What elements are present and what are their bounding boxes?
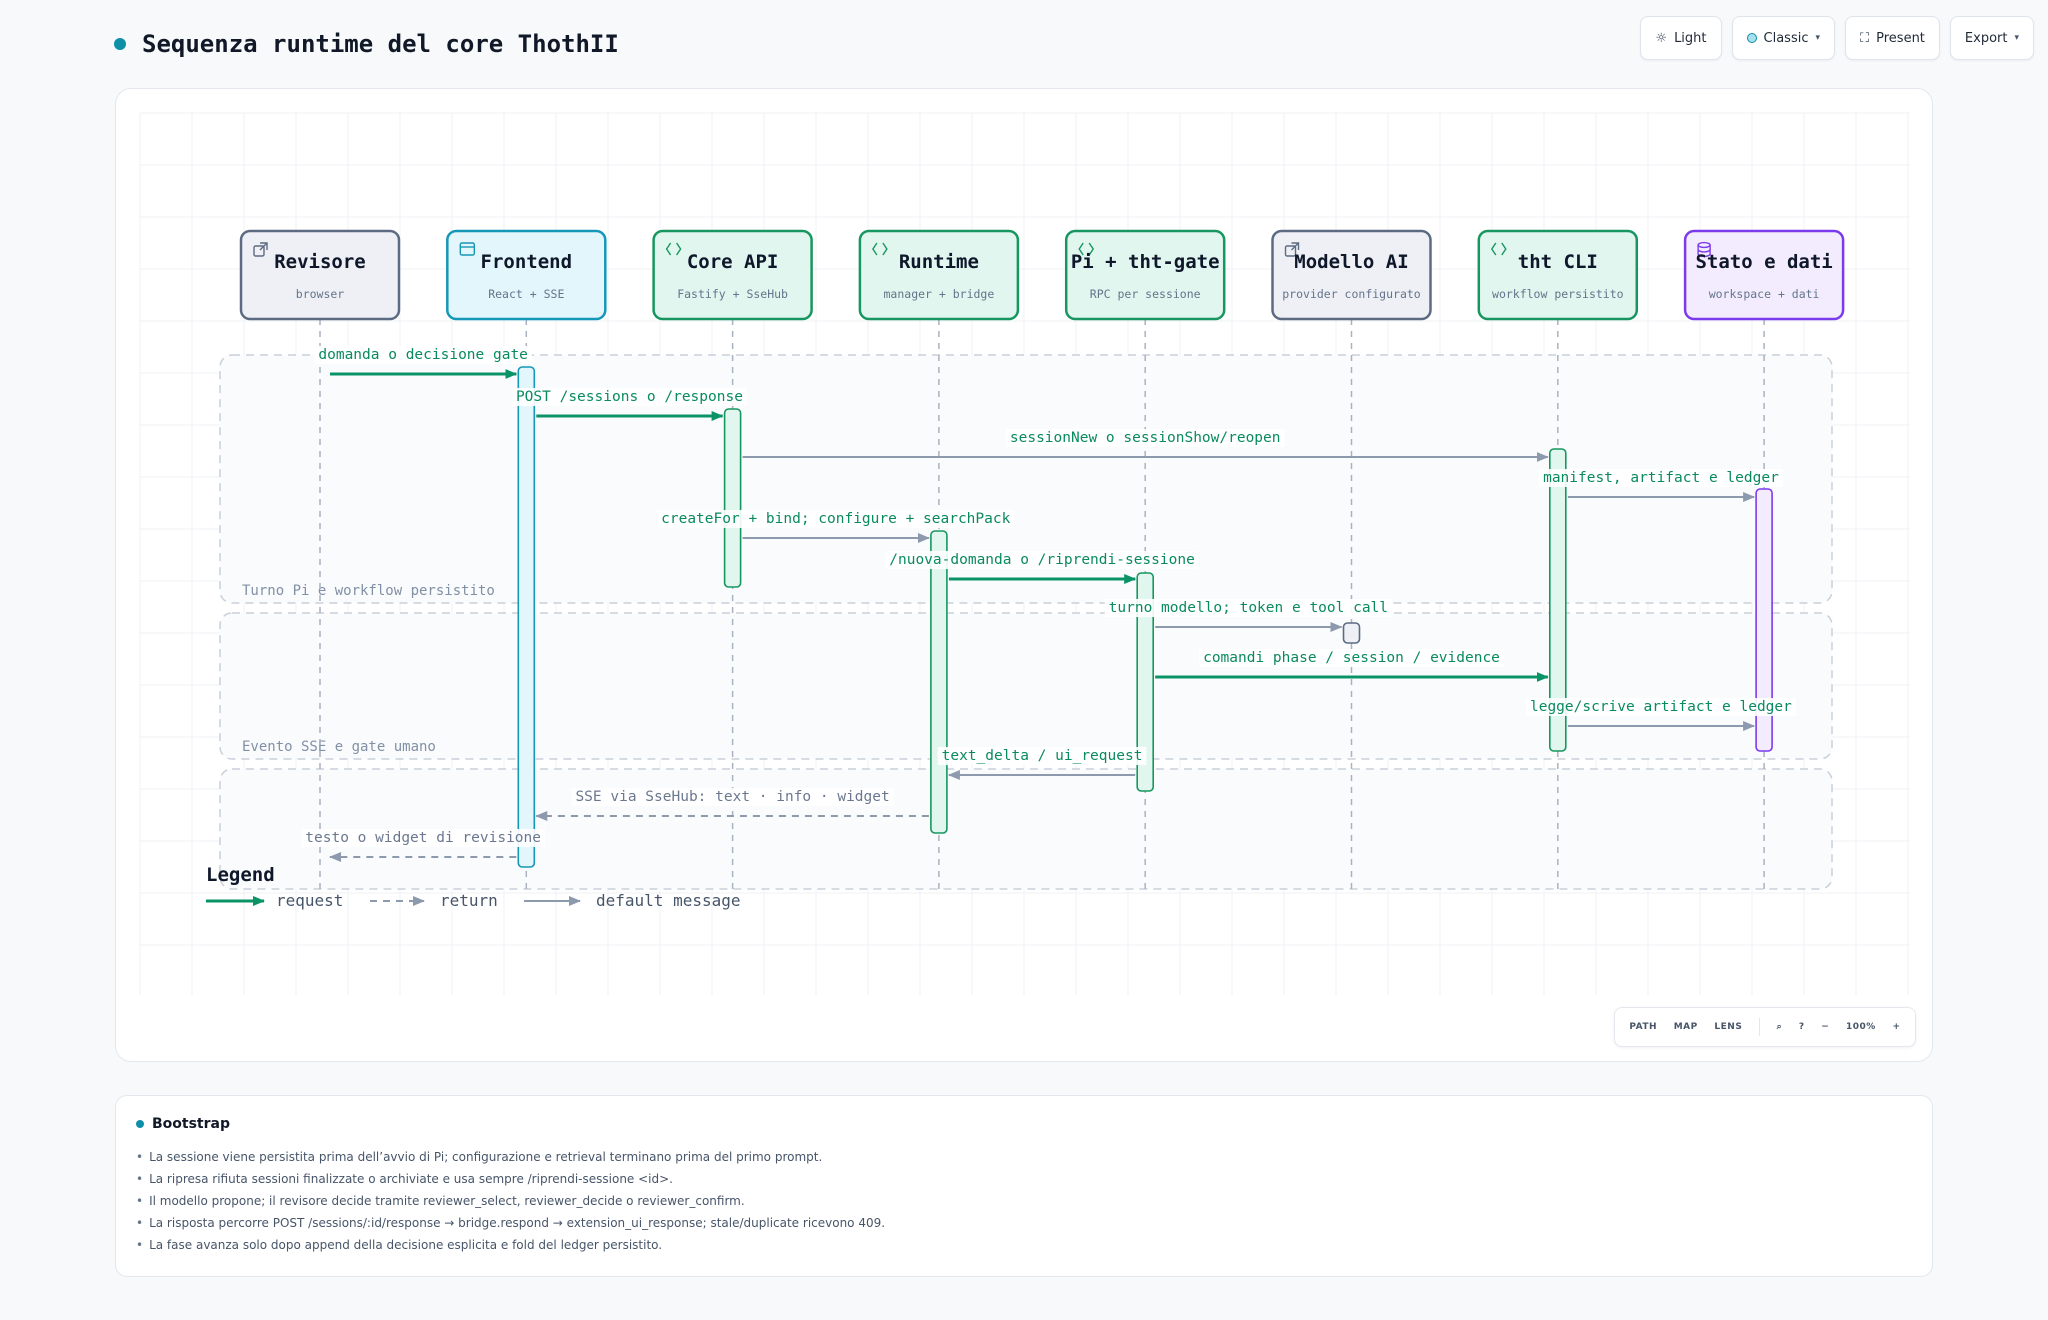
participant-stato-e-dati: Stato e dati workspace + dati	[1683, 229, 1845, 321]
message-label: /nuova-domanda o /riprendi-sessione	[889, 552, 1195, 568]
fullscreen-icon: ⛶	[1860, 30, 1870, 46]
legend-return-label: return	[440, 891, 498, 910]
notes-header: Bootstrap	[136, 1116, 1912, 1132]
participant-title: Modello AI	[1294, 251, 1408, 273]
chevron-down-icon: ▾	[2014, 33, 2019, 43]
group-frame: Evento SSE e gate umano	[219, 612, 1833, 760]
notes-title: Bootstrap	[152, 1116, 230, 1132]
group-label: Turno Pi e workflow persistito	[242, 583, 495, 599]
group-label: Evento SSE e gate umano	[242, 739, 436, 755]
message-label: SSE via SseHub: text · info · widget	[575, 789, 889, 805]
participant-box	[446, 229, 607, 321]
participant-title: Pi + tht-gate	[1071, 251, 1220, 273]
legend-request-label: request	[276, 891, 343, 910]
chevron-down-icon: ▾	[1815, 33, 1821, 43]
page-header: Sequenza runtime del core ThothII	[114, 30, 619, 58]
participant-box	[1271, 229, 1432, 321]
participant-title: tht CLI	[1518, 251, 1598, 273]
message-label: text_delta / ui_request	[942, 748, 1143, 764]
notes-list: La sessione viene persistita prima dell’…	[136, 1146, 1912, 1256]
group-rect	[219, 612, 1833, 760]
export-label: Export	[1964, 30, 2008, 46]
participant-subtitle: workflow persistito	[1492, 287, 1624, 301]
list-item: La risposta percorre POST /sessions/:id/…	[136, 1212, 1912, 1234]
message-label: testo o widget di revisione	[305, 830, 541, 846]
participant-subtitle: browser	[296, 287, 345, 301]
participant-revisore: Revisore browser	[239, 229, 401, 321]
path-button[interactable]: PATH	[1629, 1022, 1657, 1032]
present-label: Present	[1876, 30, 1925, 46]
search-icon[interactable]: ⌕	[1777, 1022, 1783, 1032]
message-label: comandi phase / session / evidence	[1203, 650, 1500, 666]
message-label: POST /sessions o /response	[516, 389, 743, 405]
participant-pi-tht-gate: Pi + tht-gate RPC per sessione	[1064, 229, 1226, 321]
participant-box	[239, 229, 401, 321]
map-button[interactable]: MAP	[1674, 1022, 1698, 1032]
present-button[interactable]: ⛶ Present	[1845, 16, 1940, 60]
list-item: La fase avanza solo dopo append della de…	[136, 1234, 1912, 1256]
zoom-out-button[interactable]: −	[1821, 1022, 1829, 1032]
sun-icon: ☼	[1655, 30, 1668, 46]
participant-title: Frontend	[481, 251, 573, 273]
zoom-controls: PATH MAP LENS ⌕ ? − 100% +	[1614, 1007, 1916, 1047]
participant-tht-cli: tht CLI workflow persistito	[1477, 229, 1639, 321]
participant-frontend: Frontend React + SSE	[446, 229, 607, 321]
participant-title: Runtime	[899, 251, 979, 273]
message-label: createFor + bind; configure + searchPack	[661, 511, 1010, 527]
message-label: turno modello; token e tool call	[1109, 600, 1388, 616]
participant-runtime: Runtime manager + bridge	[858, 229, 1020, 321]
participant-core-api: Core API Fastify + SseHub	[652, 229, 813, 321]
lens-button[interactable]: LENS	[1714, 1022, 1742, 1032]
activation-bar	[930, 530, 948, 834]
participant-subtitle: manager + bridge	[884, 287, 995, 301]
notes-dot	[136, 1120, 144, 1128]
zoom-separator	[1759, 1018, 1760, 1036]
page-title: Sequenza runtime del core ThothII	[142, 30, 619, 58]
list-item: Il modello propone; il revisore decide t…	[136, 1190, 1912, 1212]
participant-subtitle: provider configurato	[1282, 287, 1421, 301]
theme-label: Light	[1674, 30, 1707, 46]
list-item: La ripresa rifiuta sessioni finalizzate …	[136, 1168, 1912, 1190]
participant-modello-ai: Modello AI provider configurato	[1271, 229, 1432, 321]
message-label: manifest, artifact e ledger	[1543, 470, 1779, 486]
participant-title: Core API	[687, 251, 779, 273]
message-label: sessionNew o sessionShow/reopen	[1010, 430, 1281, 446]
style-button[interactable]: Classic ▾	[1731, 16, 1836, 60]
export-button[interactable]: Export ▾	[1949, 16, 2034, 60]
participant-box	[1683, 229, 1845, 321]
list-item: La sessione viene persistita prima dell’…	[136, 1146, 1912, 1168]
message-label: legge/scrive artifact e ledger	[1530, 699, 1792, 715]
zoom-in-button[interactable]: +	[1893, 1022, 1901, 1032]
participant-subtitle: workspace + dati	[1709, 287, 1820, 301]
notes-panel: Bootstrap La sessione viene persistita p…	[115, 1095, 1933, 1277]
participant-title: Revisore	[274, 251, 366, 273]
legend-default-label: default message	[596, 891, 741, 910]
message-label: domanda o decisione gate	[318, 347, 528, 363]
zoom-level: 100%	[1846, 1022, 1876, 1032]
diagram-canvas: Turno Pi e workflow persistito Evento SSE…	[115, 88, 1933, 1062]
participant-subtitle: Fastify + SseHub	[677, 287, 788, 301]
theme-button[interactable]: ☼ Light	[1640, 16, 1722, 60]
participant-subtitle: React + SSE	[488, 287, 564, 301]
activation-bar	[723, 408, 742, 588]
help-icon[interactable]: ?	[1799, 1022, 1805, 1032]
sequence-diagram: Turno Pi e workflow persistito Evento SSE…	[139, 112, 1910, 995]
title-dot	[114, 38, 126, 50]
toolbar: ☼ Light Classic ▾ ⛶ Present Export ▾	[1640, 16, 2034, 60]
style-dot-icon	[1746, 33, 1757, 43]
participant-title: Stato e dati	[1695, 251, 1832, 273]
activation-bar	[517, 366, 536, 868]
legend-title: Legend	[206, 864, 275, 886]
style-label: Classic	[1763, 30, 1809, 46]
activation-bar	[1342, 622, 1361, 644]
participant-subtitle: RPC per sessione	[1090, 287, 1201, 301]
